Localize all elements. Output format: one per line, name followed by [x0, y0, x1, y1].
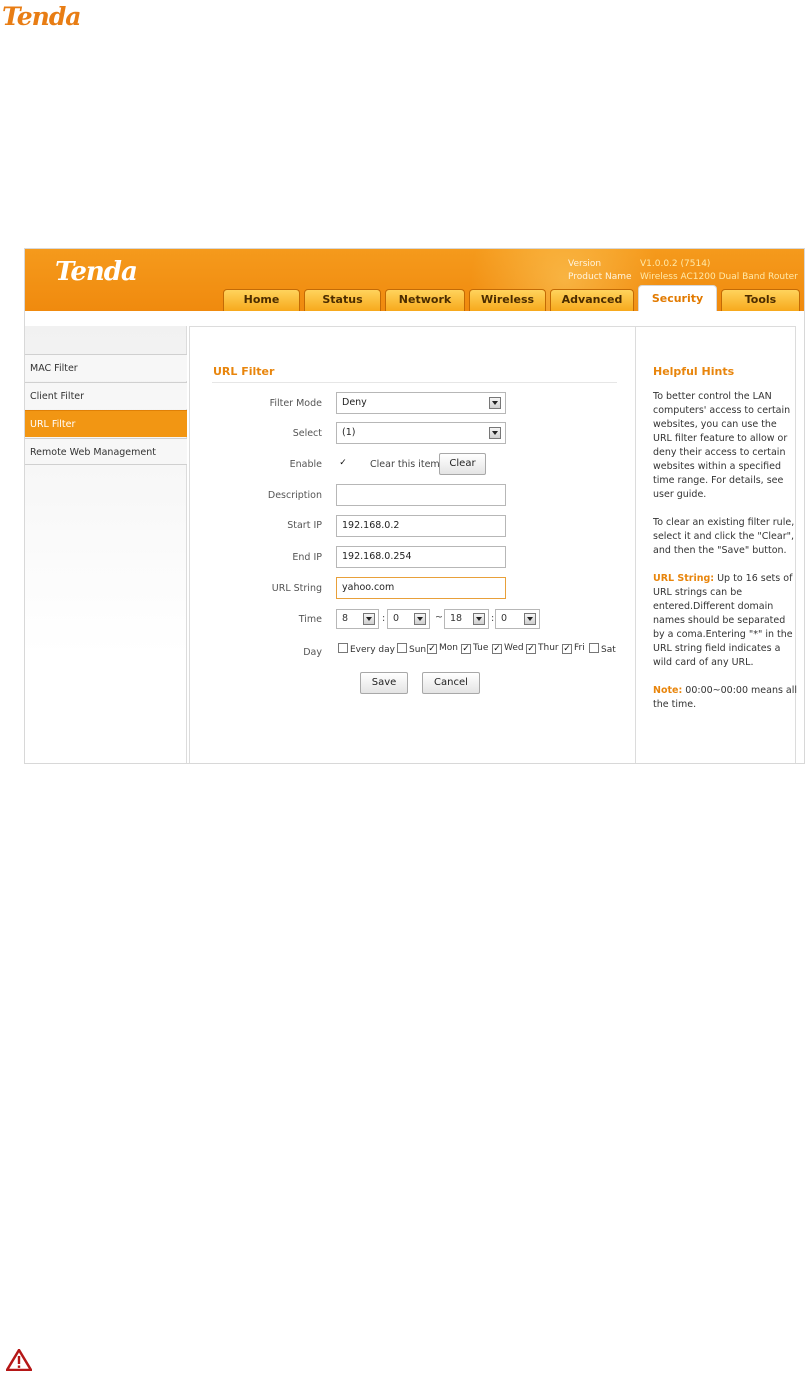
start-hour-select[interactable]: 8 — [336, 609, 379, 629]
sidebar: MAC Filter Client Filter URL Filter Remo… — [25, 326, 187, 763]
tab-tools[interactable]: Tools — [721, 289, 800, 311]
chevron-down-icon — [363, 613, 375, 625]
tab-advanced[interactable]: Advanced — [550, 289, 634, 311]
product-label: Product Name — [568, 272, 632, 282]
chevron-down-icon — [489, 397, 501, 409]
url-string-label: URL String — [271, 583, 322, 594]
sidebar-item-client-filter[interactable]: Client Filter — [25, 382, 187, 409]
start-minute-value: 0 — [393, 613, 400, 624]
enable-label: Enable — [289, 459, 322, 470]
end-ip-label: End IP — [292, 552, 322, 563]
day-checkbox-sun[interactable]: Sun — [397, 643, 426, 655]
helpful-hints-panel: Helpful Hints To better control the LAN … — [636, 326, 798, 763]
chevron-down-icon — [524, 613, 536, 625]
start-hour-value: 8 — [342, 613, 349, 624]
url-filter-panel: URL Filter Filter Mode Deny Select (1) E… — [189, 326, 636, 763]
hints-paragraph-1: To better control the LAN computers' acc… — [653, 391, 791, 500]
save-button[interactable]: Save — [360, 672, 408, 694]
filter-mode-select[interactable]: Deny — [336, 392, 506, 414]
product-value: Wireless AC1200 Dual Band Router — [640, 272, 798, 282]
product-row: Product Name Wireless AC1200 Dual Band Ro… — [568, 272, 798, 282]
time-range-dash: ~ — [435, 612, 443, 623]
end-hour-value: 18 — [450, 613, 463, 624]
version-row: Version V1.0.0.2 (7514) — [568, 259, 710, 269]
time-label: Time — [298, 614, 322, 625]
filter-mode-label: Filter Mode — [269, 398, 322, 409]
sidebar-item-remote-web-management[interactable]: Remote Web Management — [25, 438, 187, 465]
clear-button[interactable]: Clear — [439, 453, 486, 475]
day-label: Day — [303, 647, 322, 658]
chevron-down-icon — [414, 613, 426, 625]
day-checkbox-fri[interactable]: ✓ Fri — [562, 643, 585, 654]
clear-item-label: Clear this item: — [370, 459, 443, 470]
time-colon: : — [382, 613, 386, 624]
day-checkbox-tue[interactable]: ✓ Tue — [461, 643, 488, 654]
start-ip-label: Start IP — [287, 520, 322, 531]
day-checkbox-thur[interactable]: ✓ Thur — [526, 643, 559, 654]
document-logo: Tenda — [2, 2, 81, 31]
chevron-down-icon — [473, 613, 485, 625]
cancel-button[interactable]: Cancel — [422, 672, 480, 694]
description-label: Description — [267, 490, 322, 501]
section-title: URL Filter — [213, 365, 275, 378]
version-label: Version — [568, 259, 602, 269]
rule-select-value: (1) — [342, 427, 356, 438]
sidebar-item-url-filter[interactable]: URL Filter — [25, 410, 187, 437]
tab-security[interactable]: Security — [638, 285, 717, 311]
tab-network[interactable]: Network — [385, 289, 465, 311]
hints-url-string-label: URL String: — [653, 573, 715, 584]
main-tabs: Home Status Network Wireless Advanced Se… — [223, 285, 804, 311]
router-logo: Tenda — [55, 257, 138, 287]
end-hour-select[interactable]: 18 — [444, 609, 489, 629]
select-label: Select — [292, 428, 322, 439]
filter-mode-value: Deny — [342, 397, 367, 408]
start-minute-select[interactable]: 0 — [387, 609, 430, 629]
day-checkbox-every-day[interactable]: Every day — [338, 643, 395, 655]
hints-paragraph-4: Note: 00:00~00:00 means all the time. — [653, 684, 798, 712]
tab-status[interactable]: Status — [304, 289, 381, 311]
router-admin-screenshot: Tenda Version V1.0.0.2 (7514) Product Nam… — [24, 248, 805, 764]
tab-home[interactable]: Home — [223, 289, 300, 311]
day-checkbox-mon[interactable]: ✓ Mon — [427, 643, 458, 654]
hints-title: Helpful Hints — [653, 365, 735, 378]
warning-icon — [6, 1349, 32, 1371]
day-checkbox-sat[interactable]: Sat — [589, 643, 616, 655]
router-header: Tenda Version V1.0.0.2 (7514) Product Nam… — [25, 249, 804, 311]
start-ip-input[interactable]: 192.168.0.2 — [336, 515, 506, 537]
day-checkbox-wed[interactable]: ✓ Wed — [492, 643, 524, 654]
hints-url-string-text: Up to 16 sets of URL strings can be ente… — [653, 573, 793, 668]
enable-checkbox[interactable]: ✓ — [338, 459, 348, 469]
chevron-down-icon — [489, 427, 501, 439]
url-string-input[interactable]: yahoo.com — [336, 577, 506, 599]
sidebar-item-mac-filter[interactable]: MAC Filter — [25, 354, 187, 381]
version-value: V1.0.0.2 (7514) — [640, 259, 711, 269]
end-minute-value: 0 — [501, 613, 508, 624]
end-ip-input[interactable]: 192.168.0.254 — [336, 546, 506, 568]
rule-select[interactable]: (1) — [336, 422, 506, 444]
hints-paragraph-3: URL String: Up to 16 sets of URL strings… — [653, 572, 798, 670]
hints-paragraph-2: To clear an existing filter rule, select… — [653, 517, 795, 556]
tab-wireless[interactable]: Wireless — [469, 289, 546, 311]
hints-note-label: Note: — [653, 685, 683, 696]
description-input[interactable] — [336, 484, 506, 506]
section-divider — [212, 382, 617, 383]
end-minute-select[interactable]: 0 — [495, 609, 540, 629]
time-colon: : — [491, 613, 495, 624]
